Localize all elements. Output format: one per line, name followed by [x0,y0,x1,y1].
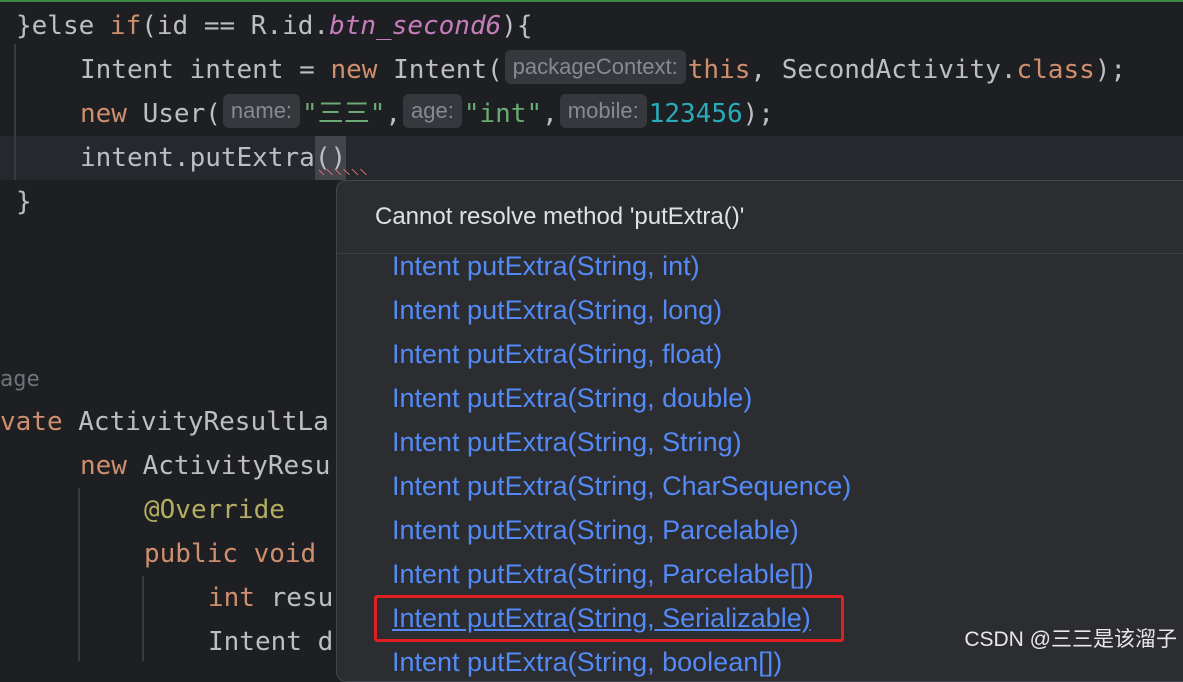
code-line-8[interactable]: new ActivityResu [80,444,330,488]
code-text: Intent( [377,55,503,85]
code-text: intent.putExtra [80,143,315,173]
code-text: ); [742,99,774,129]
keyword-new: new [330,55,378,85]
code-line-11[interactable]: int resu [208,576,333,620]
code-text: ActivityResu [126,451,331,481]
method-option[interactable]: Intent putExtra(String, Parcelable[]) [392,554,814,594]
keyword-void: void [253,539,317,569]
number-literal: 123456 [648,99,743,129]
code-text: }else [16,11,110,41]
highlight-box [374,595,844,642]
code-text: , [385,99,402,129]
annotation: @Override [144,495,285,525]
method-option[interactable]: Intent putExtra(String, double) [392,378,752,418]
method-option[interactable]: Intent putExtra(String, float) [392,334,722,374]
string-literal: "int" [463,99,543,129]
code-text: Intent intent = [80,55,331,85]
code-line-1[interactable]: }else if(id == R.id.btn_second6){ [16,4,533,48]
editor-top-border [0,0,1183,2]
code-line-10[interactable]: public void [144,532,316,576]
keyword-int: int [208,583,255,613]
code-line-9[interactable]: @Override [144,488,285,532]
code-line-12[interactable]: Intent d [208,620,333,664]
keyword-private: vate [0,407,63,437]
code-text: , SecondActivity. [750,55,1017,85]
code-line-4[interactable]: intent.putExtra() [80,136,347,180]
code-text: Intent d [208,627,334,657]
method-option[interactable]: Intent putExtra(String, long) [392,290,722,330]
method-option[interactable]: Intent putExtra(String, CharSequence) [392,466,851,506]
code-text: } [16,187,32,217]
keyword-new: new [80,451,127,481]
keyword-if: if [109,11,142,41]
code-line-5[interactable]: } [16,180,32,224]
keyword-new: new [80,99,127,129]
indent-guide [14,44,16,180]
method-option[interactable]: Intent putExtra(String, int) [392,246,700,286]
parameter-hint: packageContext: [504,50,686,84]
string-literal: "三三" [302,99,386,129]
code-text: (id == R.id. [141,11,330,41]
field-reference: btn_second6 [329,11,502,41]
parameter-hint: mobile: [559,94,647,128]
error-squiggle [319,169,367,175]
code-text: resu [254,583,334,613]
indent-guide [78,488,80,661]
keyword-public: public [144,539,238,569]
code-line-6: age [0,358,40,402]
keyword-class: class [1016,55,1095,85]
keyword-this: this [687,55,751,85]
code-text: ){ [501,11,533,41]
parameter-hint: name: [222,94,301,128]
code-text: User( [126,99,221,129]
popup-title: Cannot resolve method 'putExtra()' [375,203,745,230]
method-option[interactable]: Intent putExtra(String, boolean[]) [392,642,782,681]
code-line-7[interactable]: vate ActivityResultLa [0,400,329,444]
method-option[interactable]: Intent putExtra(String, Parcelable) [392,510,799,550]
method-option[interactable]: Intent putExtra(String, String) [392,422,742,462]
code-line-3[interactable]: new User(name: "三三", age: "int", mobile: 1234… [80,92,774,136]
watermark: CSDN @三三是该溜子 [964,628,1177,651]
code-text: , [542,99,558,129]
parameter-hint: age: [403,94,462,128]
code-text: ); [1094,55,1127,85]
usage-hint-text: age [0,367,40,392]
indent-guide [142,576,144,661]
code-text: ActivityResultLa [62,407,329,437]
code-line-2[interactable]: Intent intent = new Intent(packageContex… [80,48,1126,92]
